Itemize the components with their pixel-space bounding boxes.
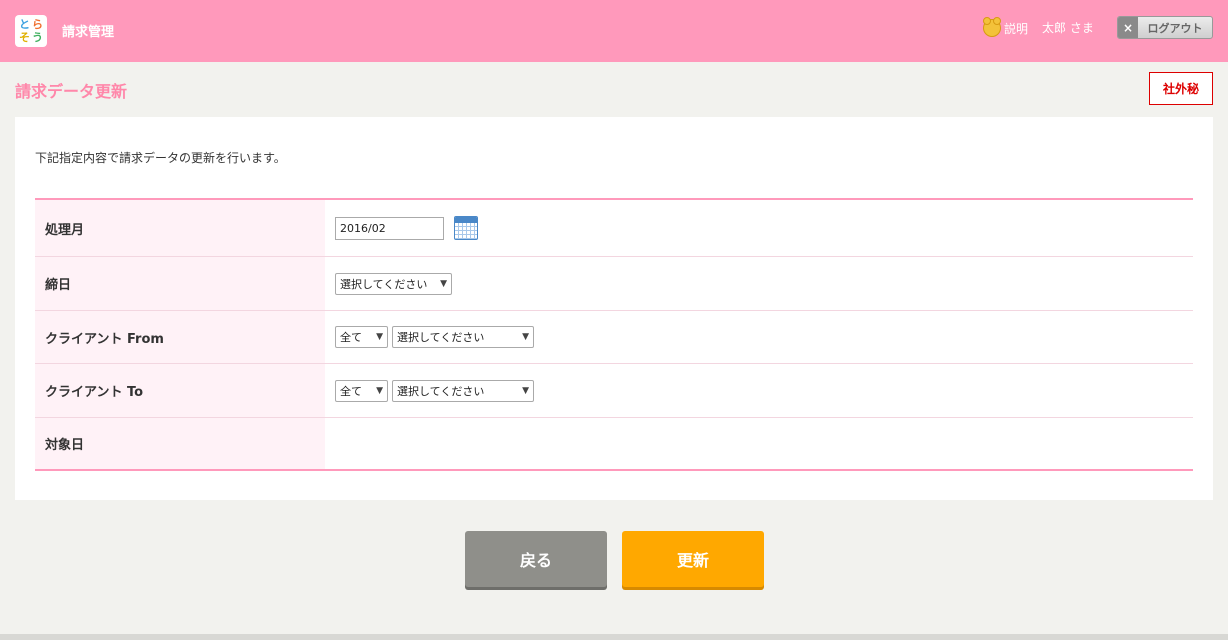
form-label: 処理月 <box>35 200 325 256</box>
chevron-down-icon: ▼ <box>440 278 447 289</box>
select-value: 選択してください <box>397 384 485 398</box>
form-row-closing-day: 締日 選択してください ▼ <box>35 257 1193 311</box>
closing-day-select[interactable]: 選択してください ▼ <box>335 272 452 295</box>
processing-month-input[interactable] <box>335 216 444 240</box>
form-row-client-to: クライアント To 全て ▼ 選択してください ▼ <box>35 364 1193 418</box>
footer-divider <box>0 634 1228 640</box>
form-table: 処理月 締日 選択してください ▼ クライアント From <box>35 198 1193 471</box>
client-from-scope-select[interactable]: 全て ▼ <box>335 326 388 348</box>
form-label: 対象日 <box>35 418 325 469</box>
client-from-select[interactable]: 選択してください ▼ <box>392 326 534 348</box>
form-value <box>325 200 1193 256</box>
update-button[interactable]: 更新 <box>622 531 764 587</box>
page-title: 請求データ更新 <box>15 82 128 101</box>
close-icon: × <box>1118 17 1138 38</box>
logo-char: う <box>32 31 43 44</box>
bear-icon <box>983 17 1001 37</box>
help-link[interactable]: 説明 <box>983 17 1029 37</box>
select-value: 選択してください <box>340 277 428 291</box>
form-value: 選択してください ▼ <box>325 257 1193 310</box>
chevron-down-icon: ▼ <box>522 385 529 396</box>
help-label: 説明 <box>1004 21 1029 36</box>
calendar-icon-grid <box>455 223 477 239</box>
form-row-client-from: クライアント From 全て ▼ 選択してください ▼ <box>35 311 1193 364</box>
form-value: 全て ▼ 選択してください ▼ <box>325 364 1193 417</box>
logo-char: ら <box>32 18 43 31</box>
client-to-scope-select[interactable]: 全て ▼ <box>335 379 388 402</box>
header-bar: と ら そ う 請求管理 説明 太郎 さま × ログアウト <box>0 0 1228 62</box>
form-row-target-date: 対象日 <box>35 418 1193 469</box>
logo-char: と <box>19 18 30 31</box>
form-panel: 下記指定内容で請求データの更新を行います。 処理月 締日 選択してください ▼ <box>15 117 1213 500</box>
form-label: クライアント To <box>35 364 325 417</box>
app-title: 請求管理 <box>62 25 115 40</box>
form-label: クライアント From <box>35 311 325 363</box>
user-name: 太郎 さま <box>1042 21 1094 35</box>
chevron-down-icon: ▼ <box>522 332 529 342</box>
app-logo[interactable]: と ら そ う <box>15 15 47 47</box>
chevron-down-icon: ▼ <box>376 385 383 396</box>
form-description: 下記指定内容で請求データの更新を行います。 <box>35 151 286 165</box>
confidential-badge: 社外秘 <box>1149 72 1213 105</box>
form-label: 締日 <box>35 257 325 310</box>
logo-char: そ <box>19 31 30 44</box>
form-value <box>325 418 1193 469</box>
select-value: 選択してください <box>397 331 485 344</box>
logout-label: ログアウト <box>1147 21 1203 35</box>
logout-button[interactable]: × ログアウト <box>1117 16 1213 39</box>
select-value: 全て <box>340 331 362 344</box>
client-to-select[interactable]: 選択してください ▼ <box>392 379 534 402</box>
back-button[interactable]: 戻る <box>465 531 607 587</box>
calendar-icon[interactable] <box>454 216 478 240</box>
select-value: 全て <box>340 384 362 398</box>
form-row-processing-month: 処理月 <box>35 200 1193 257</box>
chevron-down-icon: ▼ <box>376 332 383 342</box>
form-value: 全て ▼ 選択してください ▼ <box>325 311 1193 363</box>
